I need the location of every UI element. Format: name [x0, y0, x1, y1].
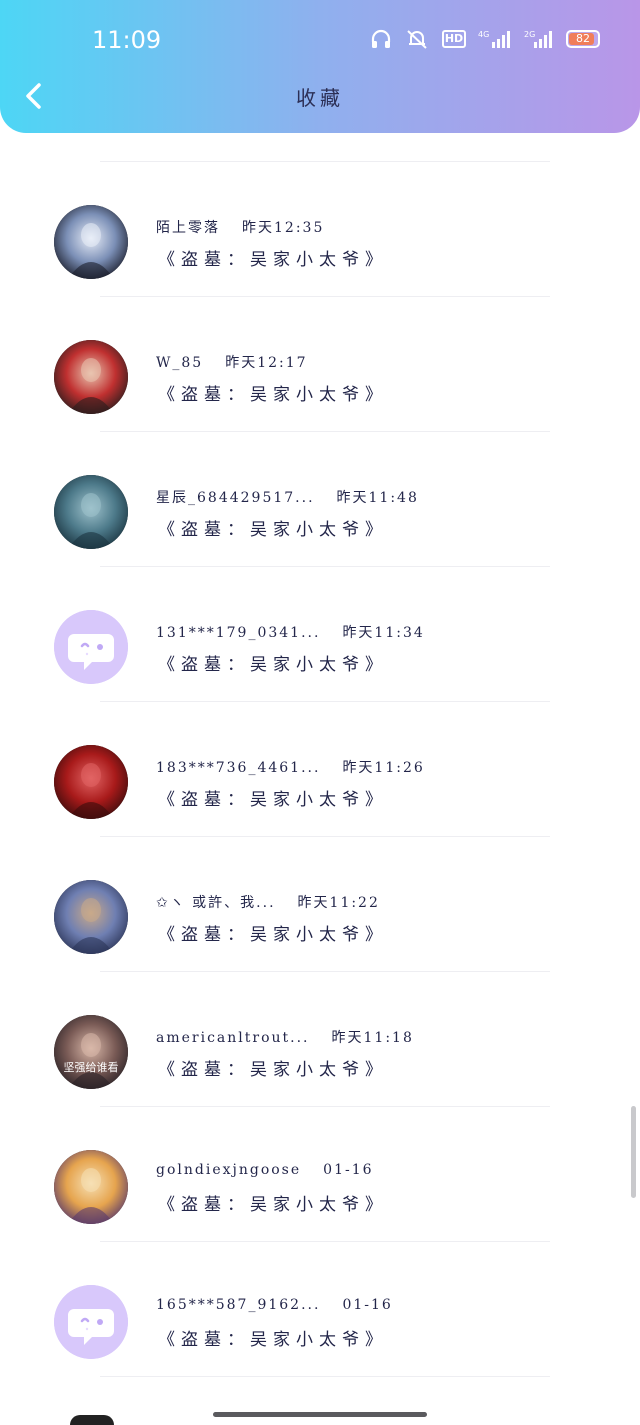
item-meta: 183***736_4461... 昨天11:26: [156, 757, 425, 777]
item-meta: 165***587_9162... 01-16: [156, 1297, 393, 1313]
avatar[interactable]: [54, 745, 128, 819]
item-content[interactable]: 《盗墓：吴家小太爷》: [158, 245, 388, 270]
mute-bell-icon: [407, 30, 427, 49]
item-timestamp: 01-16: [342, 1297, 393, 1313]
avatar-caption: 坚强给谁看: [63, 1061, 119, 1074]
list-item[interactable]: 131***179_0341... 昨天11:34 《盗墓：吴家小太爷》: [0, 567, 640, 702]
avatar[interactable]: [54, 610, 128, 684]
list-item[interactable]: 坚强给谁看 americanltrout... 昨天11:18 《盗墓：吴家小太爷》: [0, 972, 640, 1107]
item-meta: golndiexjngoose 01-16: [156, 1162, 374, 1178]
avatar[interactable]: [54, 475, 128, 549]
item-timestamp: 01-16: [323, 1162, 374, 1178]
headphones-icon: [371, 29, 391, 48]
item-meta: 陌上零落 昨天12:35: [156, 217, 324, 237]
item-username[interactable]: 陌上零落: [156, 217, 220, 237]
item-timestamp: 昨天11:34: [342, 625, 425, 641]
net2-label: 2G: [524, 30, 535, 39]
list-item[interactable]: W_85 昨天12:17 《盗墓：吴家小太爷》: [0, 297, 640, 432]
item-content[interactable]: 《盗墓：吴家小太爷》: [158, 650, 388, 675]
avatar[interactable]: [54, 880, 128, 954]
avatar[interactable]: [54, 340, 128, 414]
item-meta: americanltrout... 昨天11:18: [156, 1027, 414, 1047]
item-username[interactable]: americanltrout...: [156, 1030, 310, 1046]
hd-badge: HD: [442, 30, 466, 48]
item-timestamp: 昨天12:17: [225, 355, 308, 371]
item-meta: ✩ヽ 或許、我... 昨天11:22: [156, 892, 380, 912]
item-username[interactable]: W_85: [156, 355, 203, 371]
avatar[interactable]: 坚强给谁看: [54, 1015, 128, 1089]
item-timestamp: 昨天11:18: [331, 1030, 414, 1046]
page-title: 收藏: [296, 86, 344, 110]
item-username[interactable]: 183***736_4461...: [156, 760, 320, 776]
item-timestamp: 昨天11:26: [342, 760, 425, 776]
list-item[interactable]: 星辰_684429517... 昨天11:48 《盗墓：吴家小太爷》: [0, 432, 640, 567]
home-indicator[interactable]: [213, 1412, 427, 1417]
item-username[interactable]: 131***179_0341...: [156, 625, 320, 641]
signal-4g-icon: 4G: [478, 30, 510, 48]
item-meta: W_85 昨天12:17: [156, 352, 308, 372]
item-content[interactable]: 《盗墓：吴家小太爷》: [158, 515, 388, 540]
item-content[interactable]: 《盗墓：吴家小太爷》: [158, 785, 388, 810]
item-timestamp: 昨天11:22: [297, 895, 380, 911]
item-username[interactable]: golndiexjngoose: [156, 1162, 301, 1178]
net1-label: 4G: [478, 30, 489, 39]
list-item[interactable]: ✩ヽ 或許、我... 昨天11:22 《盗墓：吴家小太爷》: [0, 837, 640, 972]
status-bar: 11:09 HD 4G 2G 82: [0, 0, 640, 80]
signal-2g-icon: 2G: [524, 30, 552, 48]
divider: [100, 1376, 550, 1377]
item-username[interactable]: 星辰_684429517...: [156, 487, 315, 507]
item-timestamp: 昨天12:35: [242, 220, 325, 236]
item-content[interactable]: 《盗墓：吴家小太爷》: [158, 1055, 388, 1080]
item-content[interactable]: 《盗墓：吴家小太爷》: [158, 1190, 388, 1215]
list-item[interactable]: 183***736_4461... 昨天11:26 《盗墓：吴家小太爷》: [0, 702, 640, 837]
item-content[interactable]: 《盗墓：吴家小太爷》: [158, 1325, 388, 1350]
item-content[interactable]: 《盗墓：吴家小太爷》: [158, 920, 388, 945]
list-item[interactable]: golndiexjngoose 01-16 《盗墓：吴家小太爷》: [0, 1107, 640, 1242]
battery-level: 82: [576, 32, 590, 45]
battery-icon: 82: [566, 30, 600, 48]
scrollbar[interactable]: [631, 1106, 636, 1198]
avatar[interactable]: [54, 1285, 128, 1359]
avatar-peek: [70, 1415, 114, 1425]
list-item[interactable]: 165***587_9162... 01-16 《盗墓：吴家小太爷》: [0, 1242, 640, 1377]
status-icons: HD 4G 2G 82: [370, 28, 600, 50]
item-content[interactable]: 《盗墓：吴家小太爷》: [158, 380, 388, 405]
item-meta: 131***179_0341... 昨天11:34: [156, 622, 425, 642]
header-bar: 11:09 HD 4G 2G 82 收藏: [0, 0, 640, 133]
item-meta: 星辰_684429517... 昨天11:48: [156, 487, 419, 507]
item-timestamp: 昨天11:48: [336, 490, 419, 506]
item-username[interactable]: ✩ヽ 或許、我...: [156, 892, 276, 912]
item-username[interactable]: 165***587_9162...: [156, 1297, 320, 1313]
list-item[interactable]: 陌上零落 昨天12:35 《盗墓：吴家小太爷》: [0, 162, 640, 297]
avatar[interactable]: [54, 1150, 128, 1224]
status-time: 11:09: [92, 26, 162, 54]
avatar[interactable]: [54, 205, 128, 279]
